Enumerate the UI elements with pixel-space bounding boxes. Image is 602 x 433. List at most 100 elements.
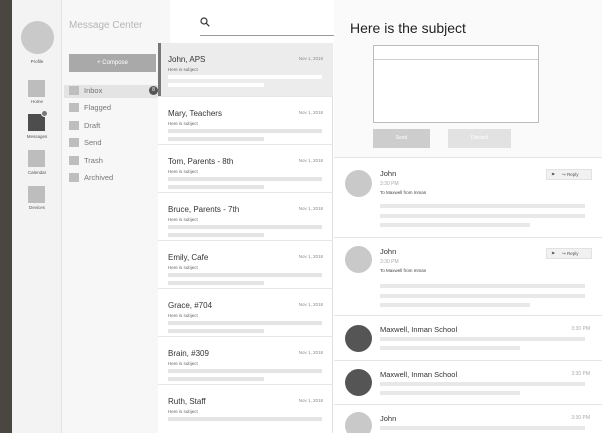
folder-archived[interactable]: Archived [69, 172, 159, 185]
preview-line [168, 369, 322, 373]
flag-icon[interactable]: ⚑ [551, 172, 555, 178]
preview-line [168, 329, 264, 333]
message-subject: Here is subject [168, 121, 198, 126]
message-subject: Here is subject [168, 169, 198, 174]
reply-toolbar-divider [374, 59, 538, 60]
message-item[interactable]: Bruce, Parents - 7th Nov 1, 2018 Here is… [158, 193, 333, 241]
message-date: Nov 1, 2018 [298, 302, 323, 307]
preview-line [168, 185, 264, 189]
message-sender: Emily, Cafe [168, 253, 209, 262]
message-subject: Here is subject [168, 217, 198, 222]
message-subject: Here is subject [168, 361, 198, 366]
message-date: Nov 1, 2018 [298, 158, 323, 163]
thread-message[interactable]: John 3:30 PM To Maxwell from Inman ⚑ ↪ R… [334, 157, 602, 237]
preview-line [168, 137, 264, 141]
thread-message[interactable]: John 3:30 PM To Maxwell from Inman ⚑ ↪ R… [334, 237, 602, 315]
calendar-icon[interactable] [28, 150, 45, 167]
thread-time: 3:30 PM [380, 181, 399, 187]
message-sender: Bruce, Parents - 7th [168, 205, 240, 214]
body-line [380, 337, 585, 341]
folder-label: Trash [84, 156, 103, 165]
preview-line [168, 273, 322, 277]
message-detail: Here is the subject Send Discard John 3:… [334, 0, 602, 433]
body-line [380, 204, 585, 208]
folder-icon [69, 86, 79, 95]
rail-item-devices[interactable]: Devices [12, 205, 62, 210]
search-icon[interactable] [200, 17, 210, 27]
message-item[interactable]: Emily, Cafe Nov 1, 2018 Here is subject [158, 241, 333, 289]
compose-button[interactable]: + Compose [69, 54, 156, 72]
folder-trash[interactable]: Trash [69, 155, 159, 168]
message-actions: ⚑ ↪ Reply [546, 248, 592, 259]
thread-recipients: To Maxwell from Inman [380, 268, 427, 273]
folder-icon [69, 173, 79, 182]
rail-item-messages[interactable]: Messages [12, 134, 62, 139]
message-subject: Here is subject [168, 409, 198, 414]
avatar [345, 246, 372, 273]
message-item[interactable]: John, APS Nov 1, 2018 Here is subject [158, 43, 333, 97]
message-item[interactable]: Ruth, Staff Nov 1, 2018 Here is subject [158, 385, 333, 433]
avatar [345, 325, 372, 352]
preview-line [168, 83, 264, 87]
folder-panel: Message Center + Compose Inbox 8 Flagged… [62, 0, 170, 433]
folder-flagged[interactable]: Flagged [69, 102, 159, 115]
preview-line [168, 177, 322, 181]
folder-icon [69, 156, 79, 165]
message-date: Nov 1, 2018 [298, 110, 323, 115]
profile-avatar[interactable] [21, 21, 54, 54]
thread-sender: John [380, 247, 397, 256]
home-icon[interactable] [28, 80, 45, 97]
body-line [380, 346, 520, 350]
folder-send[interactable]: Send [69, 137, 159, 150]
thread-message[interactable]: Maxwell, Inman School 3:30 PM [334, 315, 602, 360]
preview-line [168, 417, 322, 421]
discard-button[interactable]: Discard [448, 129, 511, 148]
message-sender: Brain, #309 [168, 349, 209, 358]
send-button[interactable]: Send [373, 129, 430, 148]
thread-sender: Maxwell, Inman School [380, 370, 458, 379]
body-line [380, 303, 530, 307]
rail-item-calendar[interactable]: Calendar [12, 170, 62, 175]
message-item[interactable]: Grace, #704 Nov 1, 2018 Here is subject [158, 289, 333, 337]
thread-message[interactable]: Maxwell, Inman School 3:30 PM [334, 360, 602, 404]
message-subject: Here is subject [168, 67, 198, 72]
message-item[interactable]: Mary, Teachers Nov 1, 2018 Here is subje… [158, 97, 333, 145]
icon-rail: Profile Home Messages Calendar Devices [12, 0, 62, 433]
body-line [380, 426, 585, 430]
avatar [345, 170, 372, 197]
reply-label: Reply [567, 251, 579, 256]
devices-icon[interactable] [28, 186, 45, 203]
body-line [380, 391, 520, 395]
reply-button[interactable]: ↪ Reply [562, 172, 579, 178]
preview-line [168, 321, 322, 325]
rail-item-home[interactable]: Home [12, 99, 62, 104]
message-item[interactable]: Brain, #309 Nov 1, 2018 Here is subject [158, 337, 333, 385]
reply-textarea[interactable] [373, 45, 539, 123]
thread-message[interactable]: John 3:30 PM [334, 404, 602, 433]
message-subject: Here is subject [168, 313, 198, 318]
thread-time: 3:30 PM [571, 326, 590, 332]
folder-draft[interactable]: Draft [69, 120, 159, 133]
folder-label: Send [84, 138, 102, 147]
message-date: Nov 1, 2018 [298, 398, 323, 403]
folder-inbox[interactable]: Inbox 8 [64, 85, 162, 98]
body-line [380, 214, 585, 218]
thread-sender: John [380, 169, 397, 178]
message-list: John, APS Nov 1, 2018 Here is subject Ma… [158, 43, 333, 433]
thread-sender: John [380, 414, 397, 423]
flag-icon[interactable]: ⚑ [551, 251, 555, 257]
message-item[interactable]: Tom, Parents - 8th Nov 1, 2018 Here is s… [158, 145, 333, 193]
reply-button[interactable]: ↪ Reply [562, 251, 579, 257]
thread-recipients: To Maxwell from Inman [380, 190, 427, 195]
search-input[interactable] [200, 35, 335, 36]
reply-label: Reply [567, 172, 579, 177]
folder-icon [69, 121, 79, 130]
thread-time: 3:30 PM [571, 371, 590, 377]
message-date: Nov 1, 2018 [298, 254, 323, 259]
message-sender: Mary, Teachers [168, 109, 222, 118]
body-line [380, 223, 530, 227]
preview-line [168, 75, 322, 79]
avatar [345, 369, 372, 396]
detail-subject-title: Here is the subject [350, 20, 466, 36]
message-sender: John, APS [168, 55, 206, 64]
